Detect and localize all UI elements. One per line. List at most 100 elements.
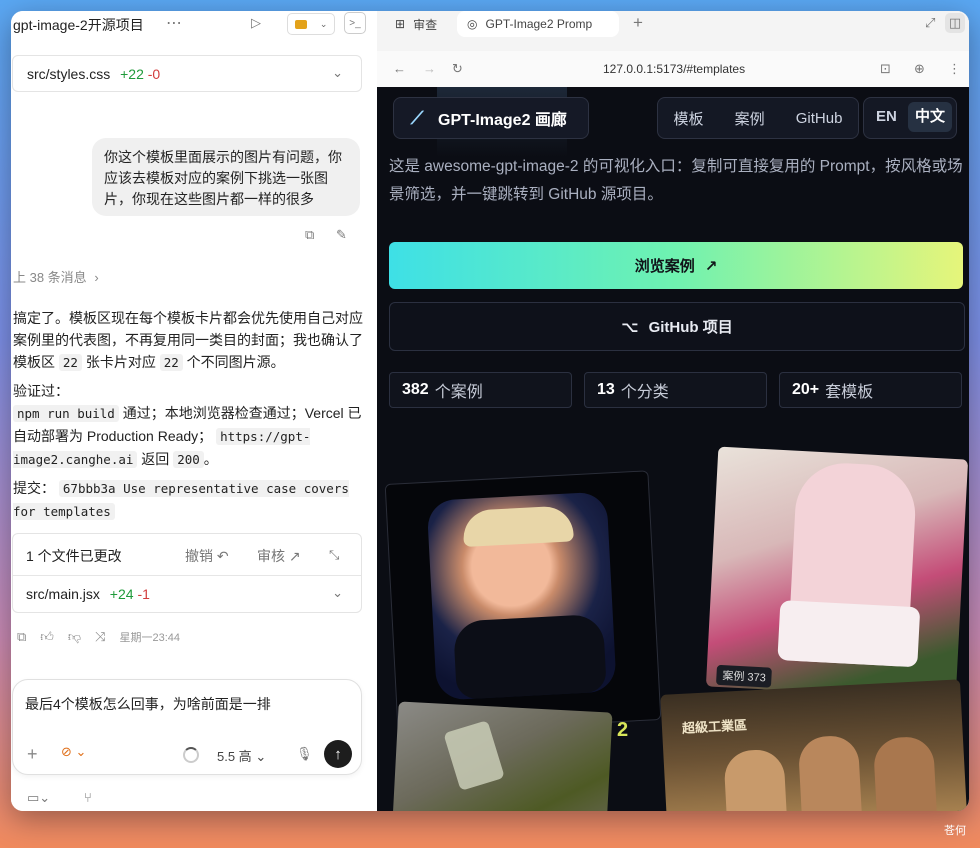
chat-header: gpt-image-2开源项目 ⋯ ▷ ⌄ >_ — [11, 11, 377, 51]
more-vertical-icon[interactable]: ⋮ — [948, 61, 961, 77]
project-title[interactable]: gpt-image-2开源项目 — [13, 15, 144, 35]
reply-text: 张卡片对应 — [81, 354, 160, 370]
fork-icon[interactable]: ⤨ — [95, 629, 105, 645]
expand-icon[interactable]: ⤢ — [925, 15, 935, 31]
more-icon[interactable]: ⋯ — [166, 13, 182, 33]
forward-icon[interactable]: → — [423, 61, 436, 76]
tab-strip: ⊞ 审查 ◎ GPT-Image2 Promp + ⤢ ◫ — [377, 11, 969, 51]
case-badge: 案例 373 — [715, 664, 773, 688]
thumbs-down-icon[interactable]: 👎︎ — [68, 629, 81, 645]
play-icon[interactable]: ▷ — [251, 15, 261, 31]
address-bar: ← → ↻ 127.0.0.1:5173/#templates ⊡ ⊕ ⋮ — [377, 51, 969, 88]
diff-card-top[interactable]: src/styles.css +22 -0 ⌄ — [12, 55, 362, 92]
send-button[interactable]: ↑ — [324, 740, 352, 768]
web-viewport: ⟋ GPT-Image2 画廊 模板 案例 GitHub EN 中文 这是 aw… — [377, 87, 969, 811]
tab-label: 审查 — [413, 17, 438, 32]
model-label: 5.5 高 — [217, 749, 252, 764]
street-cup — [443, 720, 505, 791]
stat-number: 13 — [597, 381, 615, 398]
chevron-down-icon: ⌄ — [75, 744, 87, 759]
nav-templates[interactable]: 模板 — [674, 108, 704, 129]
diff-file-row: src/styles.css +22 -0 — [27, 66, 160, 82]
chat-panel: gpt-image-2开源项目 ⋯ ▷ ⌄ >_ src/styles.css … — [11, 11, 378, 811]
brand-logo-button[interactable]: ⟋ GPT-Image2 画廊 — [393, 97, 589, 139]
arrow-up-icon: ↑ — [334, 745, 342, 763]
case-card-portrait[interactable] — [384, 470, 662, 734]
reload-icon[interactable]: ↻ — [452, 61, 463, 77]
lang-en-button[interactable]: EN — [876, 108, 897, 125]
main-nav: 模板 案例 GitHub — [657, 97, 859, 139]
stat-categories: 13 个分类 — [584, 372, 767, 408]
undo-label: 撤销 — [185, 548, 213, 564]
github-icon: ⌥ — [621, 318, 639, 336]
laptop-icon[interactable]: ▭⌄ — [27, 790, 50, 806]
diff-removed: -1 — [137, 586, 150, 602]
add-icon[interactable]: ⊕ — [914, 61, 925, 77]
copy-icon[interactable]: ⧉ — [17, 629, 26, 645]
new-tab-icon[interactable]: + — [633, 13, 643, 33]
reply-code: 22 — [58, 354, 82, 371]
stat-label: 套模板 — [825, 384, 874, 401]
nav-github[interactable]: GitHub — [796, 110, 843, 127]
browse-cases-button[interactable]: 浏览案例 ↗ — [389, 242, 963, 289]
poster-figure-3 — [872, 735, 938, 811]
diff-file-row[interactable]: src/main.jsx +24 -1 — [26, 586, 150, 602]
case-card-poster[interactable]: 超級工業區 — [660, 679, 968, 811]
message-timestamp: 星期一23:44 — [119, 632, 181, 644]
tab-gallery[interactable]: ◎ GPT-Image2 Promp — [457, 11, 619, 37]
github-project-button[interactable]: ⌥ GitHub 项目 — [389, 302, 965, 351]
commit-code: 67bbb3a Use representative case covers f… — [13, 480, 349, 520]
diff-added: +22 — [120, 66, 144, 82]
review-button[interactable]: 审核 ↗ — [257, 546, 301, 566]
collapse-icon[interactable]: ⤡ — [329, 547, 339, 563]
cta-label: 浏览案例 — [634, 258, 695, 275]
verify-text: 。 — [203, 451, 218, 467]
verify-label: 验证过： — [13, 383, 69, 399]
sidebar-toggle-icon[interactable]: ◫ — [945, 13, 965, 33]
composer-input[interactable]: 最后4个模板怎么回事，为啥前面是一排 — [25, 694, 271, 714]
permissions-button[interactable]: ⊘ ⌄ — [61, 744, 86, 760]
project-color-icon[interactable]: ⌄ — [287, 13, 335, 35]
app-window: gpt-image-2开源项目 ⋯ ▷ ⌄ >_ src/styles.css … — [11, 11, 969, 811]
magic-wand-icon: ⟋ — [410, 107, 424, 128]
globe-icon: ◎ — [467, 17, 478, 31]
warning-icon: ⊘ — [61, 744, 72, 759]
tab-review[interactable]: ⊞ 审查 — [395, 11, 437, 37]
verify-code: npm run build — [13, 405, 119, 422]
nav-cases[interactable]: 案例 — [735, 108, 765, 129]
arrow-up-right-icon: ↗ — [288, 548, 301, 564]
case-card-street[interactable] — [391, 701, 613, 811]
reply-text: 个不同图片源。 — [182, 354, 285, 370]
thumbs-up-icon[interactable]: 👍︎ — [40, 629, 54, 645]
lang-zh-button[interactable]: 中文 — [908, 102, 952, 132]
microphone-icon[interactable]: 🎙︎ — [296, 746, 313, 762]
undo-button[interactable]: 撤销 ↶ — [185, 546, 229, 566]
arrow-up-right-icon: ↗ — [704, 257, 718, 275]
url-field[interactable]: 127.0.0.1:5173/#templates — [603, 62, 745, 76]
case-card-fashion[interactable]: 案例 373 — [705, 446, 969, 700]
collage: 2 案例 373 超級工業區 — [377, 437, 969, 811]
edit-icon[interactable]: ✎ — [336, 227, 347, 243]
chevron-down-icon[interactable]: ⌄ — [332, 585, 343, 601]
back-icon[interactable]: ← — [393, 61, 406, 76]
diff-filename: src/main.jsx — [26, 586, 100, 602]
terminal-icon[interactable]: >_ — [344, 12, 366, 34]
composer: 最后4个模板怎么回事，为啥前面是一排 + ⊘ ⌄ 5.5 高 ⌄ 🎙︎ ↑ — [12, 679, 362, 775]
spinner-icon — [183, 747, 199, 763]
screenshot-icon[interactable]: ⊡ — [880, 61, 891, 77]
diff-added: +24 — [109, 586, 134, 602]
folder-icon — [294, 19, 307, 29]
model-selector[interactable]: 5.5 高 ⌄ — [217, 746, 266, 765]
plus-icon[interactable]: + — [27, 744, 38, 765]
earlier-messages-link[interactable]: 上 38 条消息 › — [13, 267, 99, 286]
divider — [13, 575, 361, 576]
branch-icon[interactable]: ⑂ — [84, 790, 92, 805]
poster-title: 超級工業區 — [681, 717, 748, 736]
assistant-reply-verify: 验证过： npm run build 通过；本地浏览器检查通过；Vercel 已… — [13, 380, 363, 471]
diff-removed: -0 — [147, 66, 161, 82]
copy-icon[interactable]: ⧉ — [305, 227, 314, 243]
chevron-down-icon[interactable]: ⌄ — [332, 65, 343, 81]
browser-panel: ⊞ 审查 ◎ GPT-Image2 Promp + ⤢ ◫ ← → ↻ 127.… — [377, 11, 969, 811]
chevron-down-icon: ⌄ — [319, 18, 328, 29]
verify-text: 返回 — [137, 451, 174, 467]
